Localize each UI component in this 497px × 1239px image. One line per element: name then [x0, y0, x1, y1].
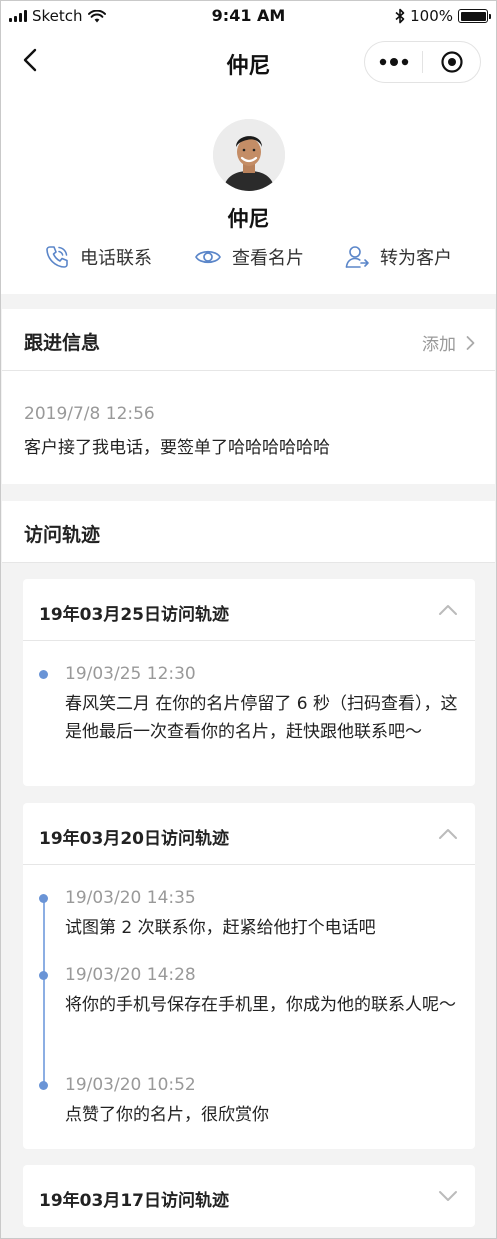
timeline-text: 将你的手机号保存在手机里，你成为他的联系人呢～ — [65, 995, 456, 1015]
profile-header: 仲尼 电话联系 查看名片 转为客户 — [1, 91, 496, 294]
visit-group-card: 19年03月20日访问轨迹 19/03/20 14:35 试图第 2 次联系你，… — [23, 803, 475, 1149]
target-icon — [440, 51, 463, 73]
call-button[interactable]: 电话联系 — [44, 244, 152, 270]
timeline-dot — [39, 1081, 48, 1090]
timeline-time: 19/03/20 14:28 — [65, 965, 196, 985]
convert-customer-label: 转为客户 — [380, 248, 452, 269]
eye-icon — [195, 250, 221, 264]
status-bar: Sketch 9:41 AM 100% — [1, 1, 496, 31]
timeline-dot — [39, 670, 48, 679]
battery-icon — [458, 9, 491, 23]
timeline-text: 春风笑二月 在你的名片停留了 6 秒（扫码查看），这是他最后一次查看你的名片，赶… — [65, 694, 458, 742]
visit-group-card: 19年03月17日访问轨迹 — [23, 1165, 475, 1227]
bluetooth-icon — [395, 8, 405, 24]
visit-group-header[interactable]: 19年03月17日访问轨迹 — [23, 1165, 475, 1227]
visit-group-title: 19年03月17日访问轨迹 — [39, 1191, 229, 1211]
timeline-time: 19/03/20 10:52 — [65, 1075, 196, 1095]
more-button[interactable] — [365, 42, 422, 82]
timeline-text: 点赞了你的名片，很欣赏你 — [65, 1105, 269, 1125]
chevron-down-icon[interactable] — [437, 1187, 459, 1205]
user-convert-icon — [345, 246, 369, 268]
profile-actions: 电话联系 查看名片 转为客户 — [1, 244, 496, 274]
divider — [2, 562, 495, 563]
battery-percent: 100% — [410, 7, 453, 25]
visits-section-header: 访问轨迹 — [2, 501, 495, 563]
profile-name: 仲尼 — [227, 207, 270, 231]
chevron-up-icon[interactable] — [437, 601, 459, 619]
follow-up-date: 2019/7/8 12:56 — [24, 404, 155, 424]
mini-program-capsule — [364, 41, 481, 83]
view-card-button[interactable]: 查看名片 — [194, 244, 304, 270]
timeline-item: 19/03/25 12:30 春风笑二月 在你的名片停留了 6 秒（扫码查看），… — [65, 662, 461, 746]
timeline-text: 试图第 2 次联系你，赶紧给他打个电话吧 — [65, 918, 376, 938]
chevron-right-icon — [466, 335, 475, 350]
timeline-line — [43, 899, 45, 1085]
chevron-up-icon[interactable] — [437, 825, 459, 843]
timeline-dot — [39, 894, 48, 903]
timeline-time: 19/03/25 12:30 — [65, 664, 196, 684]
status-right: 100% — [395, 7, 491, 25]
more-icon — [379, 58, 408, 66]
timeline-time: 19/03/20 14:35 — [65, 888, 196, 908]
timeline-item: 19/03/20 14:28 将你的手机号保存在手机里，你成为他的联系人呢～ — [65, 963, 461, 1019]
visit-group-header[interactable]: 19年03月20日访问轨迹 — [23, 803, 475, 865]
call-label: 电话联系 — [80, 248, 152, 269]
close-mini-program-button[interactable] — [423, 42, 480, 82]
follow-up-header: 跟进信息 添加 — [2, 309, 495, 371]
add-label: 添加 — [422, 335, 456, 355]
timeline-item: 19/03/20 10:52 点赞了你的名片，很欣赏你 — [65, 1073, 461, 1129]
timeline-item: 19/03/20 14:35 试图第 2 次联系你，赶紧给他打个电话吧 — [65, 886, 461, 942]
visit-group-title: 19年03月25日访问轨迹 — [39, 605, 229, 625]
follow-up-text: 客户接了我电话，要签单了哈哈哈哈哈哈 — [24, 438, 330, 458]
visit-group-title: 19年03月20日访问轨迹 — [39, 829, 229, 849]
view-card-label: 查看名片 — [232, 248, 304, 269]
convert-customer-button[interactable]: 转为客户 — [344, 244, 452, 270]
visits-title: 访问轨迹 — [24, 524, 101, 546]
avatar — [213, 119, 285, 191]
phone-icon — [46, 246, 68, 268]
follow-up-section: 跟进信息 添加 2019/7/8 12:56 客户接了我电话，要签单了哈哈哈哈哈… — [2, 309, 495, 484]
nav-bar: 仲尼 — [1, 31, 496, 91]
follow-up-title: 跟进信息 — [24, 332, 101, 354]
visit-group-card: 19年03月25日访问轨迹 19/03/25 12:30 春风笑二月 在你的名片… — [23, 579, 475, 786]
visit-group-header[interactable]: 19年03月25日访问轨迹 — [23, 579, 475, 641]
timeline-dot — [39, 971, 48, 980]
phone-screen: Sketch 9:41 AM 100% 仲尼 仲尼 电话联系 查看名片 转为客户… — [0, 0, 497, 1239]
add-follow-up-button[interactable]: 添加 — [422, 330, 475, 355]
